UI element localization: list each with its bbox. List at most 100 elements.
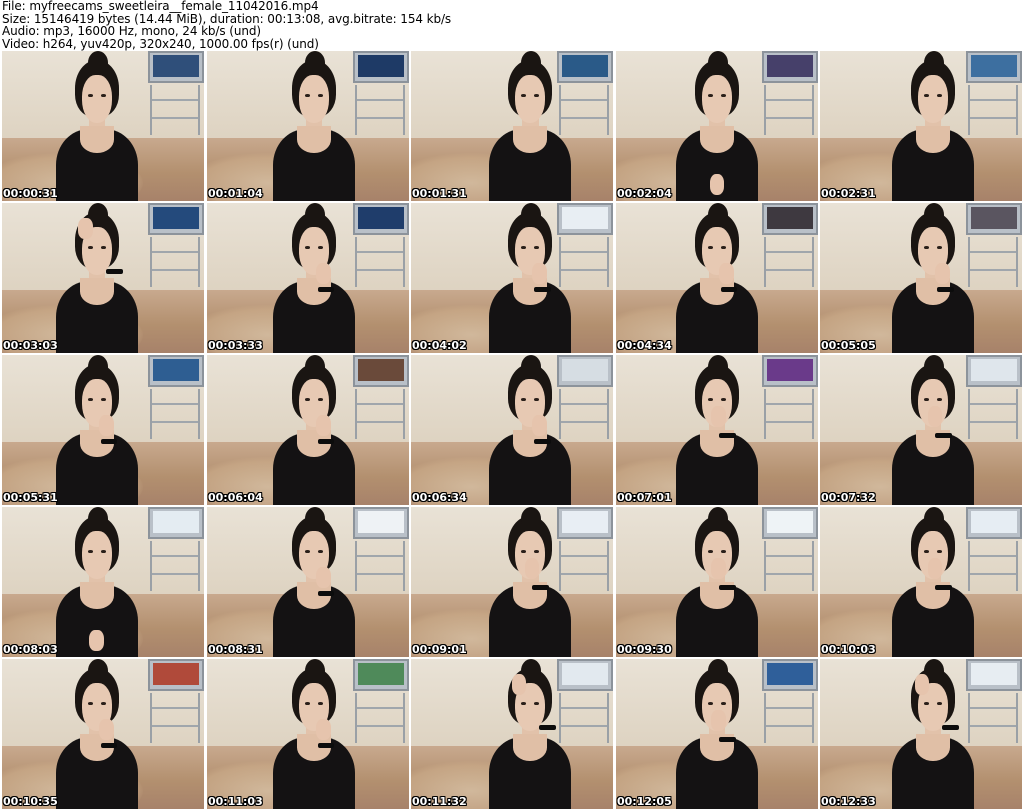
tv-icon	[148, 507, 204, 539]
tv-stand	[150, 693, 200, 743]
eye	[937, 246, 943, 250]
video-thumbnail[interactable]: 00:08:31	[207, 507, 409, 657]
thumbnail-timestamp: 00:09:01	[412, 643, 467, 656]
bracelet	[317, 743, 335, 748]
hand	[315, 567, 331, 588]
hair-bun	[87, 355, 109, 379]
tv-icon	[762, 507, 818, 539]
hair-bun	[304, 355, 326, 379]
tv-stand	[764, 541, 814, 591]
tv-icon	[353, 507, 409, 539]
video-thumbnail[interactable]: 00:05:31	[2, 355, 204, 505]
eye	[521, 702, 526, 706]
video-thumbnail[interactable]: 00:05:05	[820, 203, 1022, 353]
thumbnail-timestamp: 00:11:32	[412, 795, 467, 808]
tv-screen	[153, 511, 199, 533]
thumbnail-timestamp: 00:09:30	[617, 643, 672, 656]
hand	[532, 263, 547, 284]
bracelet	[533, 439, 551, 444]
face	[918, 75, 948, 123]
tv-stand	[764, 693, 814, 743]
eye	[318, 246, 323, 250]
tv-stand	[355, 389, 405, 439]
neckline	[80, 278, 114, 305]
eye	[721, 246, 726, 250]
thumbnail-timestamp: 00:05:31	[3, 491, 58, 504]
eye	[721, 702, 726, 706]
video-thumbnail[interactable]: 00:07:01	[616, 355, 818, 505]
eye	[305, 550, 310, 554]
tv-screen	[767, 359, 813, 381]
thumbnail-timestamp: 00:05:05	[821, 339, 876, 352]
video-thumbnail[interactable]: 00:11:03	[207, 659, 409, 809]
eye	[101, 398, 106, 402]
video-thumbnail[interactable]: 00:01:31	[411, 51, 613, 201]
video-thumbnail[interactable]: 00:04:34	[616, 203, 818, 353]
video-thumbnail[interactable]: 00:03:33	[207, 203, 409, 353]
video-thumbnail[interactable]: 00:09:01	[411, 507, 613, 657]
person-figure	[50, 659, 143, 809]
eye	[521, 94, 526, 98]
thumbnail-timestamp: 00:07:01	[617, 491, 672, 504]
neckline	[513, 126, 547, 153]
video-thumbnail[interactable]: 00:12:05	[616, 659, 818, 809]
tv-screen	[358, 511, 404, 533]
person-figure	[671, 659, 764, 809]
hand	[711, 406, 727, 427]
video-thumbnail[interactable]: 00:03:03	[2, 203, 204, 353]
video-thumbnail[interactable]: 00:12:33	[820, 659, 1022, 809]
tv-screen	[358, 55, 404, 77]
neckline	[700, 126, 734, 153]
video-thumbnail[interactable]: 00:10:35	[2, 659, 204, 809]
bracelet	[942, 725, 960, 730]
tv-stand	[150, 541, 200, 591]
person-figure	[484, 355, 577, 505]
face	[82, 75, 112, 123]
video-thumbnail[interactable]: 00:11:32	[411, 659, 613, 809]
face	[702, 75, 732, 123]
video-thumbnail[interactable]: 00:10:03	[820, 507, 1022, 657]
video-thumbnail[interactable]: 00:02:04	[616, 51, 818, 201]
eye	[534, 702, 540, 706]
video-thumbnail[interactable]: 00:06:04	[207, 355, 409, 505]
person-figure	[671, 51, 764, 201]
tv-stand	[355, 85, 405, 135]
video-thumbnail[interactable]: 00:09:30	[616, 507, 818, 657]
hair-bun	[87, 659, 109, 683]
hair-bun	[87, 507, 109, 531]
hair-bun	[707, 507, 729, 531]
eye	[924, 398, 929, 402]
hand	[914, 674, 930, 695]
video-thumbnail[interactable]: 00:02:31	[820, 51, 1022, 201]
eye	[87, 702, 93, 706]
video-thumbnail[interactable]: 00:04:02	[411, 203, 613, 353]
eye	[318, 702, 323, 706]
hand	[315, 719, 331, 740]
person-figure	[484, 51, 577, 201]
video-thumbnail[interactable]: 00:01:04	[207, 51, 409, 201]
tv-screen	[767, 55, 813, 77]
video-thumbnail[interactable]: 00:06:34	[411, 355, 613, 505]
video-thumbnail[interactable]: 00:08:03	[2, 507, 204, 657]
bracelet	[718, 737, 736, 742]
eye	[101, 550, 106, 554]
thumbnail-timestamp: 00:02:31	[821, 187, 876, 200]
hair-bun	[304, 203, 326, 227]
tv-stand	[150, 389, 200, 439]
thumbnail-timestamp: 00:03:03	[3, 339, 58, 352]
video-thumbnail[interactable]: 00:07:32	[820, 355, 1022, 505]
video-thumbnail[interactable]: 00:00:31	[2, 51, 204, 201]
thumbnail-timestamp: 00:11:03	[208, 795, 263, 808]
eye	[924, 550, 929, 554]
eye	[708, 246, 713, 250]
thumbnail-timestamp: 00:10:03	[821, 643, 876, 656]
neckline	[80, 126, 114, 153]
eye	[101, 702, 106, 706]
person-figure	[887, 203, 980, 353]
eye	[534, 550, 540, 554]
hand	[511, 674, 527, 695]
thumbnail-timestamp: 00:03:33	[208, 339, 263, 352]
thumbnail-timestamp: 00:01:31	[412, 187, 467, 200]
tv-icon	[353, 659, 409, 691]
eye	[101, 94, 106, 98]
